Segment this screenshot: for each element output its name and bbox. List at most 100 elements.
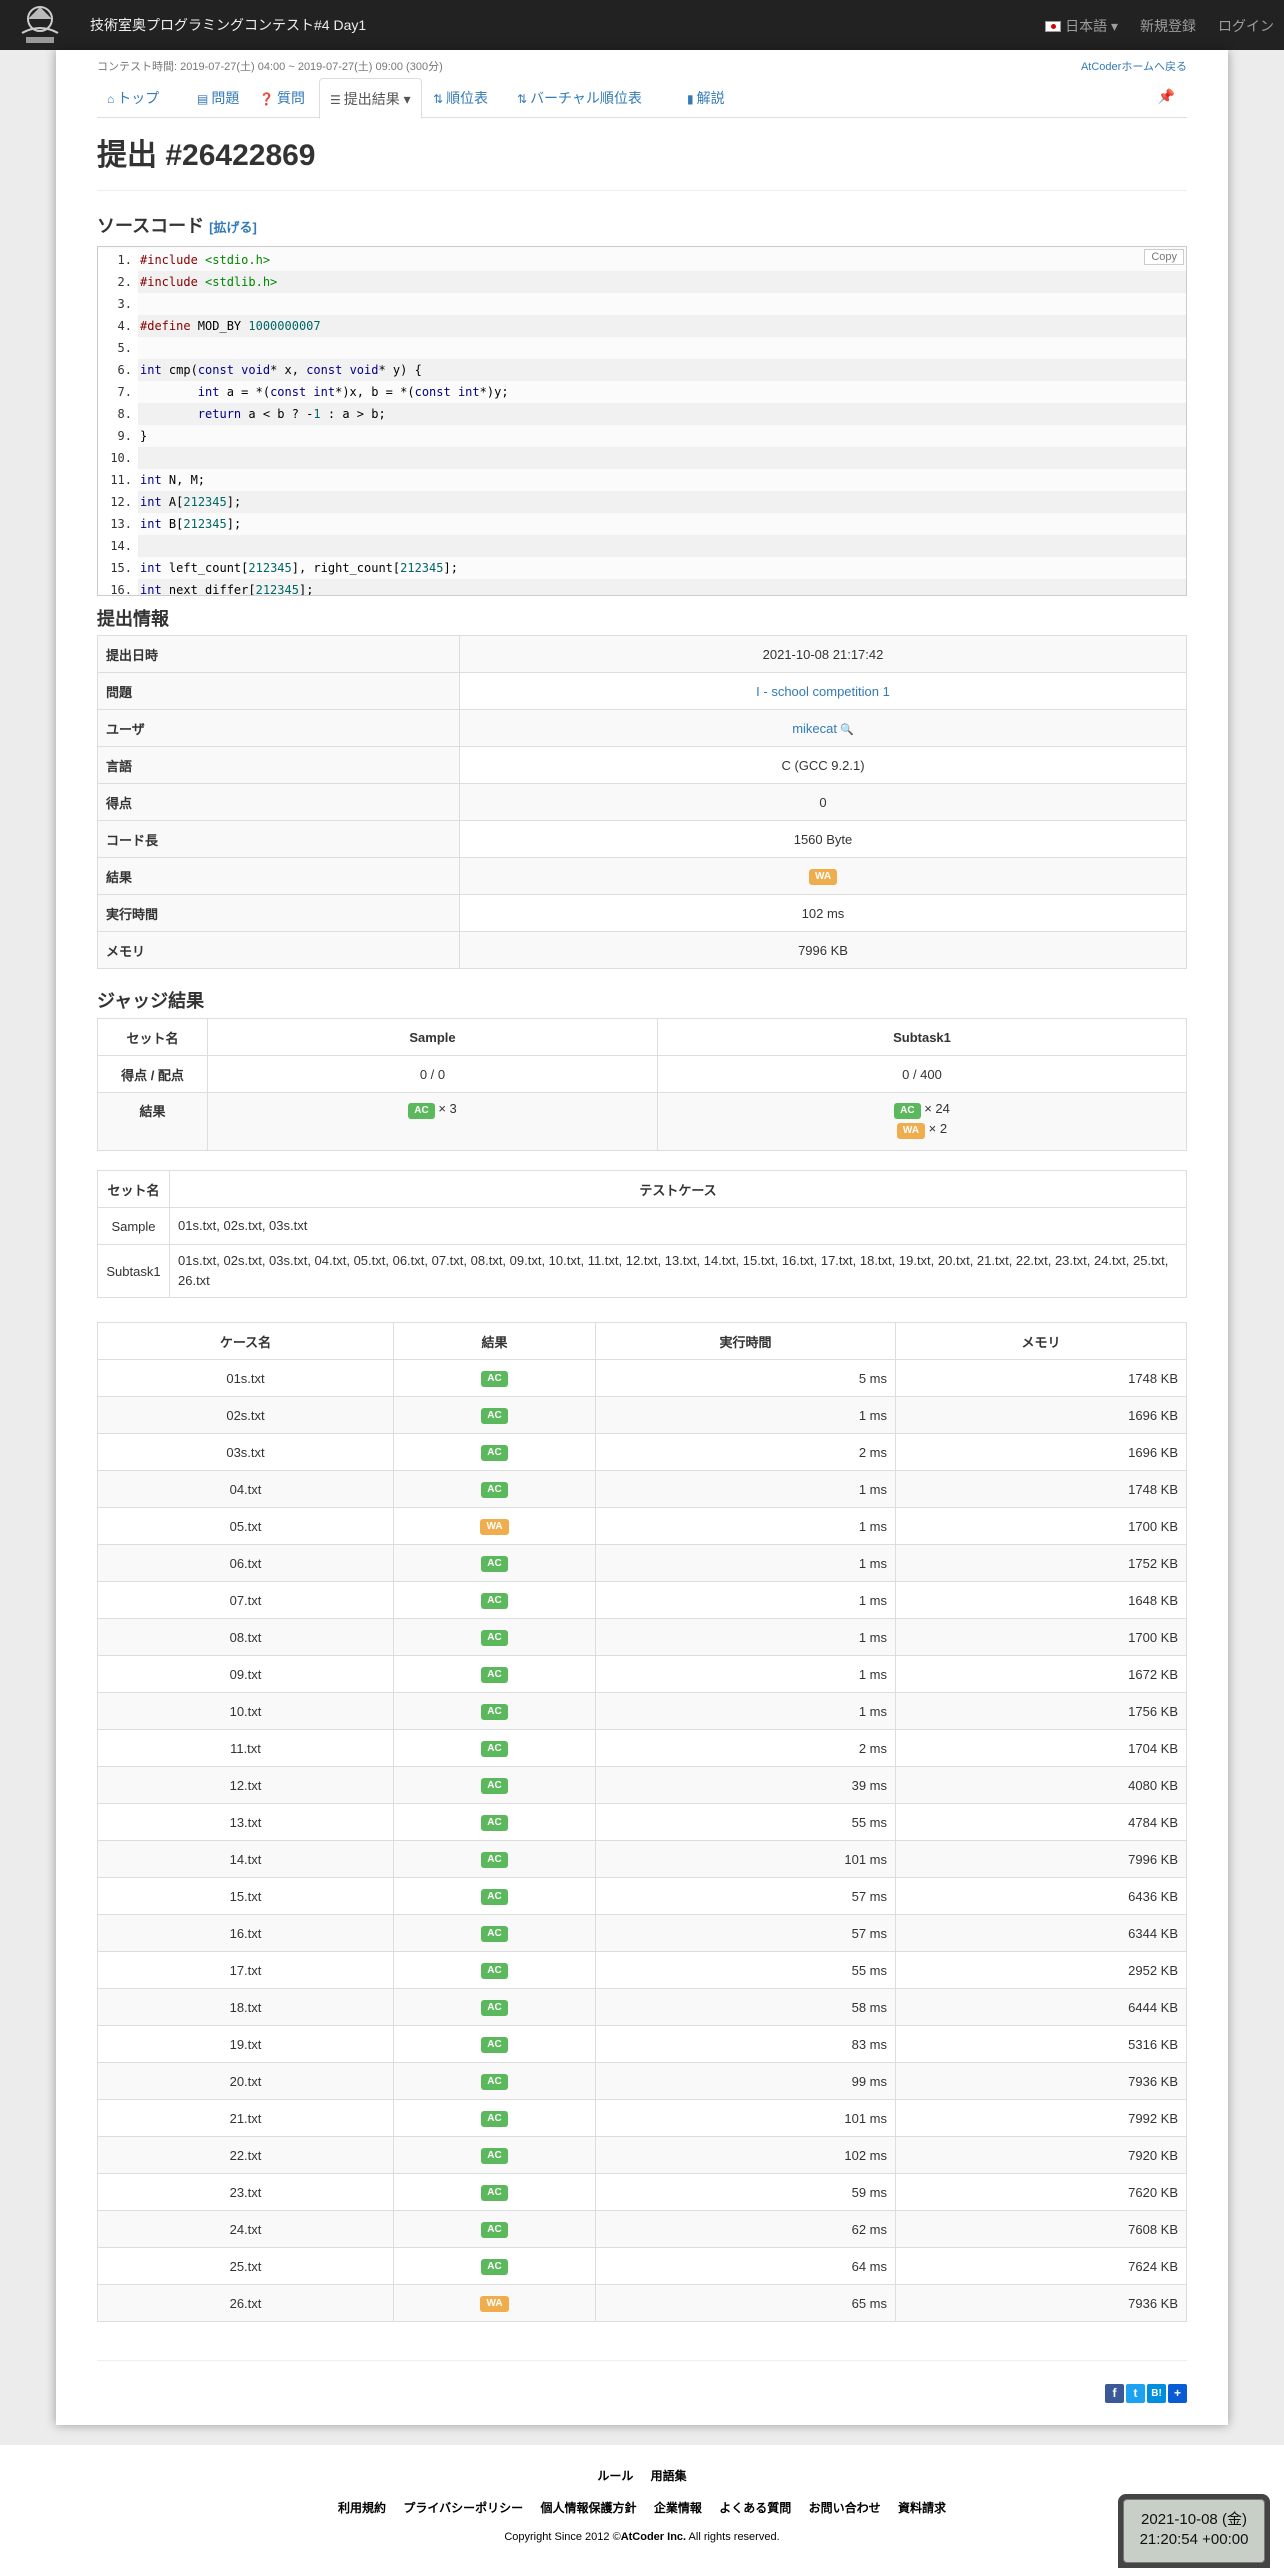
status-badge: AC <box>481 1556 508 1572</box>
footer-link-rules[interactable]: ルール <box>597 2469 633 2483</box>
case-name: 17.txt <box>97 1951 394 1989</box>
table-row: 24.txt AC 62 ms 7608 KB <box>97 2210 1187 2248</box>
hatena-icon[interactable]: B! <box>1147 2384 1166 2403</box>
status-badge: AC <box>481 1963 508 1979</box>
judge-result-table: セット名 Sample Subtask1 得点 / 配点 0 / 0 0 / 4… <box>97 1018 1187 1151</box>
info-row: 言語 C (GCC 9.2.1) <box>97 746 1187 784</box>
case-result: AC <box>393 1840 596 1878</box>
copyright-company: AtCoder Inc. <box>620 2531 687 2543</box>
case-exec-time: 102 ms <box>595 2136 896 2174</box>
footer-link-personal-info[interactable]: 個人情報保護方針 <box>541 2501 637 2515</box>
code-line: 5. <box>98 337 1186 359</box>
case-name: 23.txt <box>97 2173 394 2211</box>
copyright: Copyright Since 2012 ©AtCoder Inc. All r… <box>0 2531 1284 2543</box>
case-result: AC <box>393 1914 596 1952</box>
col-case-name: ケース名 <box>97 1322 394 1360</box>
case-name: 10.txt <box>97 1692 394 1730</box>
case-name: 19.txt <box>97 2025 394 2063</box>
book-icon: ▮ <box>687 92 694 106</box>
twitter-icon[interactable]: t <box>1126 2384 1145 2403</box>
copyright-suffix: All rights reserved. <box>686 2531 780 2543</box>
case-name: 04.txt <box>97 1470 394 1508</box>
status-badge: AC <box>481 2259 508 2275</box>
tab-questions[interactable]: ❓ 質問 <box>249 78 315 118</box>
facebook-icon[interactable]: f <box>1105 2384 1124 2403</box>
code-line: 2. #include <stdlib.h> <box>98 271 1186 293</box>
case-result: AC <box>393 1581 596 1619</box>
user-link[interactable]: mikecat <box>792 721 837 736</box>
expand-link[interactable]: [拡げる] <box>209 220 257 235</box>
case-exec-time: 58 ms <box>595 1988 896 2026</box>
footer-link-glossary[interactable]: 用語集 <box>651 2469 687 2483</box>
case-memory: 7936 KB <box>895 2284 1187 2322</box>
tab-standings[interactable]: ⇅ 順位表 <box>423 78 498 118</box>
share-plus-icon[interactable]: + <box>1168 2384 1187 2403</box>
share-buttons: f t B! + <box>1105 2384 1187 2403</box>
col-set-name: セット名 <box>97 1170 170 1208</box>
case-exec-time: 83 ms <box>595 2025 896 2063</box>
tab-virtual-standings[interactable]: ⇅ バーチャル順位表 <box>507 78 652 118</box>
list-icon: ☰ <box>330 93 341 107</box>
footer-row-2: 利用規約 プライバシーポリシー 個人情報保護方針 企業情報 よくある質問 お問い… <box>0 2499 1284 2516</box>
divider <box>97 2360 1187 2361</box>
status-badge: AC <box>481 1704 508 1720</box>
col-testcases: テストケース <box>169 1170 1187 1208</box>
copyright-prefix: Copyright Since 2012 © <box>504 2531 621 2543</box>
case-exec-time: 1 ms <box>595 1618 896 1656</box>
status-badge: AC <box>408 1103 435 1119</box>
case-result: AC <box>393 1766 596 1804</box>
problem-link[interactable]: I - school competition 1 <box>756 684 890 699</box>
case-memory: 5316 KB <box>895 2025 1187 2063</box>
tab-label: 質問 <box>276 90 305 106</box>
code-line: 9.} <box>98 425 1186 447</box>
case-memory: 1704 KB <box>895 1729 1187 1767</box>
footer-link-documents[interactable]: 資料請求 <box>898 2501 946 2515</box>
footer-link-faq[interactable]: よくある質問 <box>719 2501 791 2515</box>
status-badge: AC <box>481 1630 508 1646</box>
table-row: 09.txt AC 1 ms 1672 KB <box>97 1655 1187 1693</box>
case-result: AC <box>393 2025 596 2063</box>
subtask1-result: AC × 24 WA × 2 <box>657 1092 1187 1151</box>
tab-submissions[interactable]: ☰ 提出結果 ▾ <box>319 78 422 119</box>
case-name: 02s.txt <box>97 1396 394 1434</box>
tab-tasks[interactable]: ▤ 問題 <box>187 78 249 118</box>
case-result: AC <box>393 2136 596 2174</box>
case-exec-time: 39 ms <box>595 1766 896 1804</box>
question-icon: ❓ <box>259 92 274 106</box>
tab-label: 提出結果 <box>343 91 400 107</box>
set-name: Sample <box>97 1207 170 1245</box>
login-link[interactable]: ログイン <box>1218 16 1274 36</box>
atcoder-home-link[interactable]: AtCoderホームへ戻る <box>1081 58 1187 74</box>
set-subtask1-header: Subtask1 <box>657 1018 1187 1056</box>
footer-link-contact[interactable]: お問い合わせ <box>809 2501 881 2515</box>
info-key: 問題 <box>97 672 460 710</box>
case-name: 16.txt <box>97 1914 394 1952</box>
table-row: 13.txt AC 55 ms 4784 KB <box>97 1803 1187 1841</box>
atcoder-logo[interactable] <box>14 3 66 47</box>
table-row: 17.txt AC 55 ms 2952 KB <box>97 1951 1187 1989</box>
pin-icon[interactable]: 📌 <box>1158 88 1175 105</box>
search-icon[interactable]: 🔍 <box>837 724 854 736</box>
footer-link-company[interactable]: 企業情報 <box>654 2501 702 2515</box>
footer-link-terms[interactable]: 利用規約 <box>338 2501 386 2515</box>
case-memory: 2952 KB <box>895 1951 1187 1989</box>
contest-title[interactable]: 技術室奥プログラミングコンテスト#4 Day1 <box>90 15 366 35</box>
copy-button[interactable]: Copy <box>1144 249 1184 265</box>
set-name: Subtask1 <box>97 1244 170 1298</box>
code-line: 6. int cmp(const void* x, const void* y) … <box>98 359 1186 381</box>
case-name: 01s.txt <box>97 1359 394 1397</box>
tab-top[interactable]: ⌂ トップ <box>97 78 169 118</box>
table-row: 11.txt AC 2 ms 1704 KB <box>97 1729 1187 1767</box>
status-badge: AC <box>894 1103 921 1119</box>
line-number: 2. <box>117 275 132 289</box>
case-name: 26.txt <box>97 2284 394 2322</box>
language-dropdown[interactable]: 日本語 ▾ <box>1045 16 1118 36</box>
table-row: 02s.txt AC 1 ms 1696 KB <box>97 1396 1187 1434</box>
signup-link[interactable]: 新規登録 <box>1140 16 1196 36</box>
footer-link-privacy[interactable]: プライバシーポリシー <box>403 2501 523 2515</box>
tab-editorial[interactable]: ▮ 解説 <box>677 78 735 118</box>
info-key: 結果 <box>97 857 460 895</box>
table-row: 06.txt AC 1 ms 1752 KB <box>97 1544 1187 1582</box>
case-exec-time: 1 ms <box>595 1581 896 1619</box>
sort-icon: ⇅ <box>433 92 444 106</box>
